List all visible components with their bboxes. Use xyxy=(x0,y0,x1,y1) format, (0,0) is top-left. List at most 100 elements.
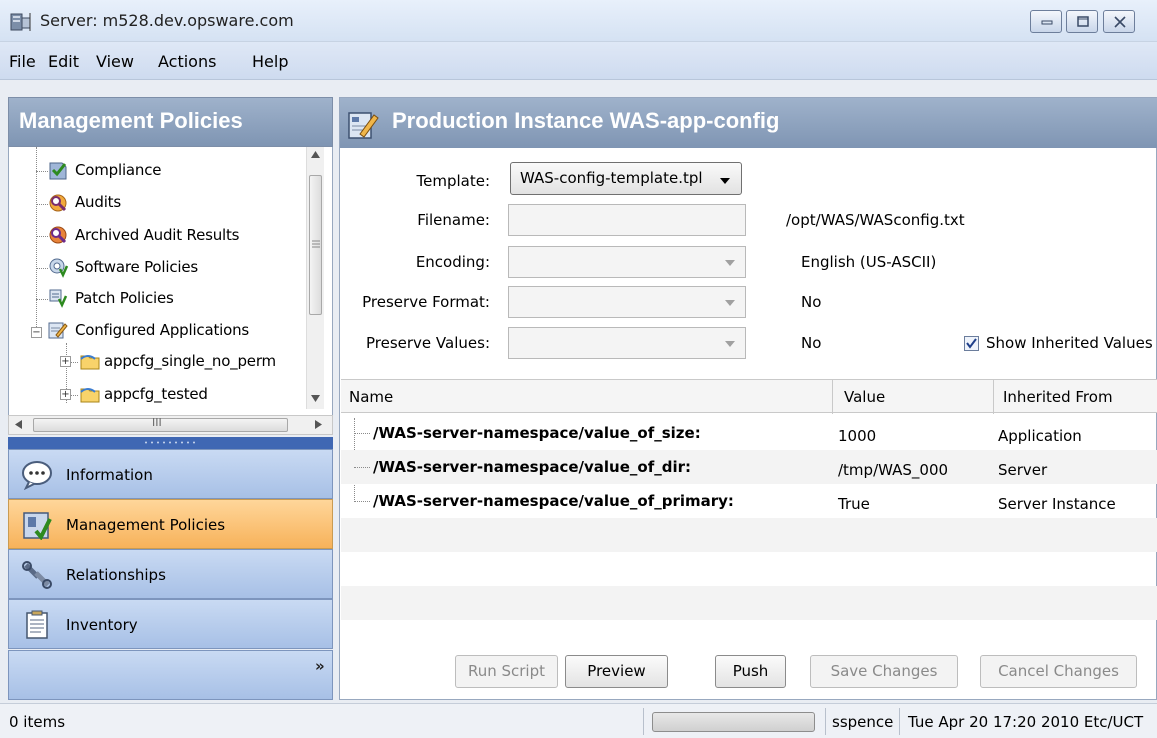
push-button[interactable]: Push xyxy=(715,655,786,688)
audit-icon xyxy=(49,194,67,212)
nav-overflow-area: » xyxy=(8,650,333,700)
folder-icon xyxy=(80,388,100,403)
status-bar: 0 items sspence Tue Apr 20 17:20 2010 Et… xyxy=(0,703,1157,738)
column-header-name[interactable]: Name xyxy=(349,388,393,406)
scroll-grip-icon xyxy=(312,240,320,248)
column-divider[interactable] xyxy=(832,380,833,414)
encoding-label: Encoding: xyxy=(415,253,490,271)
nav-relationships[interactable]: Relationships xyxy=(8,549,333,599)
progress-bar xyxy=(652,712,815,732)
expand-icon[interactable]: + xyxy=(60,356,71,367)
values-table-header: Name Value Inherited From xyxy=(341,379,1157,414)
current-user: sspence xyxy=(832,713,894,731)
left-panel-title: Management Policies xyxy=(19,108,243,133)
filename-field[interactable] xyxy=(508,204,746,236)
window-title: Server: m528.dev.opsware.com xyxy=(40,11,294,30)
nav-label: Inventory xyxy=(66,616,138,634)
expand-icon[interactable]: + xyxy=(60,389,71,400)
column-header-inherited-from[interactable]: Inherited From xyxy=(1003,388,1113,406)
show-inherited-checkbox[interactable] xyxy=(964,336,979,351)
tree-connector xyxy=(354,433,370,434)
chevron-double-right-icon[interactable]: » xyxy=(315,657,325,675)
minimize-button[interactable] xyxy=(1030,10,1062,33)
tree-horizontal-scrollbar[interactable]: III xyxy=(8,415,333,435)
menu-edit[interactable]: Edit xyxy=(48,52,79,71)
tree-connector xyxy=(354,467,370,468)
nav-label: Management Policies xyxy=(66,516,226,534)
run-script-button[interactable]: Run Script xyxy=(455,655,558,688)
splitter-grip-icon xyxy=(145,441,195,444)
menu-help[interactable]: Help xyxy=(252,52,288,71)
current-datetime: Tue Apr 20 17:20 2010 Etc/UCT xyxy=(908,713,1144,731)
menu-file[interactable]: File xyxy=(9,52,36,71)
scroll-down-icon[interactable] xyxy=(311,395,320,402)
save-changes-button[interactable]: Save Changes xyxy=(810,655,958,688)
column-divider[interactable] xyxy=(993,380,994,414)
title-bar: Server: m528.dev.opsware.com xyxy=(0,0,1157,42)
table-row[interactable]: /WAS-server-namespace/value_of_dir: /tmp… xyxy=(341,450,1157,484)
scroll-grip: III xyxy=(152,416,162,429)
tree-item-label: appcfg_tested xyxy=(104,385,208,403)
encoding-select[interactable] xyxy=(508,246,746,278)
chevron-down-icon xyxy=(725,260,735,266)
collapse-icon[interactable]: − xyxy=(31,327,42,338)
maximize-button[interactable] xyxy=(1066,10,1098,33)
management-policies-icon xyxy=(23,512,52,540)
scroll-up-icon[interactable] xyxy=(311,151,320,158)
table-row-empty xyxy=(341,518,1157,552)
horizontal-scroll-thumb[interactable]: III xyxy=(33,416,288,432)
table-row[interactable]: /WAS-server-namespace/value_of_size: 100… xyxy=(341,416,1157,450)
template-value: WAS-config-template.tpl xyxy=(520,169,703,187)
preserve-format-value: No xyxy=(801,293,822,311)
row-inherited-from: Server Instance xyxy=(998,495,1116,513)
status-divider xyxy=(899,708,900,735)
table-row-empty xyxy=(341,586,1157,620)
encoding-value: English (US-ASCII) xyxy=(801,253,937,271)
row-inherited-from: Server xyxy=(998,461,1048,479)
nav-information[interactable]: Information xyxy=(8,449,333,499)
tree-item-label: Archived Audit Results xyxy=(75,226,240,244)
configured-apps-icon xyxy=(48,322,68,339)
detail-header: Production Instance WAS-app-config xyxy=(340,98,1157,148)
preview-button[interactable]: Preview xyxy=(565,655,668,688)
row-value: 1000 xyxy=(838,427,877,445)
configured-apps-icon xyxy=(348,112,379,139)
tree-vertical-scrollbar[interactable] xyxy=(306,147,324,409)
template-dropdown[interactable]: WAS-config-template.tpl xyxy=(510,162,742,195)
row-inherited-from: Application xyxy=(998,427,1082,445)
row-value: True xyxy=(838,495,870,513)
close-button[interactable] xyxy=(1103,10,1135,33)
cancel-changes-button[interactable]: Cancel Changes xyxy=(980,655,1137,688)
checkmark-icon xyxy=(966,338,977,349)
panel-splitter[interactable] xyxy=(8,437,333,449)
status-divider xyxy=(643,708,644,735)
inventory-icon xyxy=(26,610,48,639)
tree-item-label: Patch Policies xyxy=(75,289,174,307)
chevron-down-icon xyxy=(725,341,735,347)
tree-item-label: Audits xyxy=(75,193,121,211)
detail-title: Production Instance WAS-app-config xyxy=(392,108,780,133)
chevron-down-icon xyxy=(720,178,730,184)
show-inherited-label[interactable]: Show Inherited Values xyxy=(986,334,1153,352)
vertical-scroll-thumb[interactable] xyxy=(309,175,322,315)
left-panel-header: Management Policies xyxy=(8,97,333,147)
tree-item-label: appcfg_single_no_perm xyxy=(104,352,276,370)
nav-management-policies[interactable]: Management Policies xyxy=(8,499,333,549)
menu-view[interactable]: View xyxy=(96,52,134,71)
menu-actions[interactable]: Actions xyxy=(158,52,216,71)
row-name: /WAS-server-namespace/value_of_size: xyxy=(373,424,701,442)
scroll-right-icon[interactable] xyxy=(315,420,322,429)
preserve-values-select[interactable] xyxy=(508,327,746,359)
preserve-format-select[interactable] xyxy=(508,286,746,318)
preserve-format-label: Preserve Format: xyxy=(362,293,490,311)
scroll-left-icon[interactable] xyxy=(15,420,22,429)
nav-inventory[interactable]: Inventory xyxy=(8,599,333,649)
nav-label: Information xyxy=(66,466,153,484)
patch-policy-icon xyxy=(49,289,68,308)
table-row[interactable]: /WAS-server-namespace/value_of_primary: … xyxy=(341,484,1157,518)
row-value: /tmp/WAS_000 xyxy=(838,461,949,479)
close-icon xyxy=(1114,16,1126,28)
column-header-value[interactable]: Value xyxy=(844,388,885,406)
row-name: /WAS-server-namespace/value_of_primary: xyxy=(373,492,734,510)
filename-value: /opt/WAS/WASconfig.txt xyxy=(786,211,965,229)
